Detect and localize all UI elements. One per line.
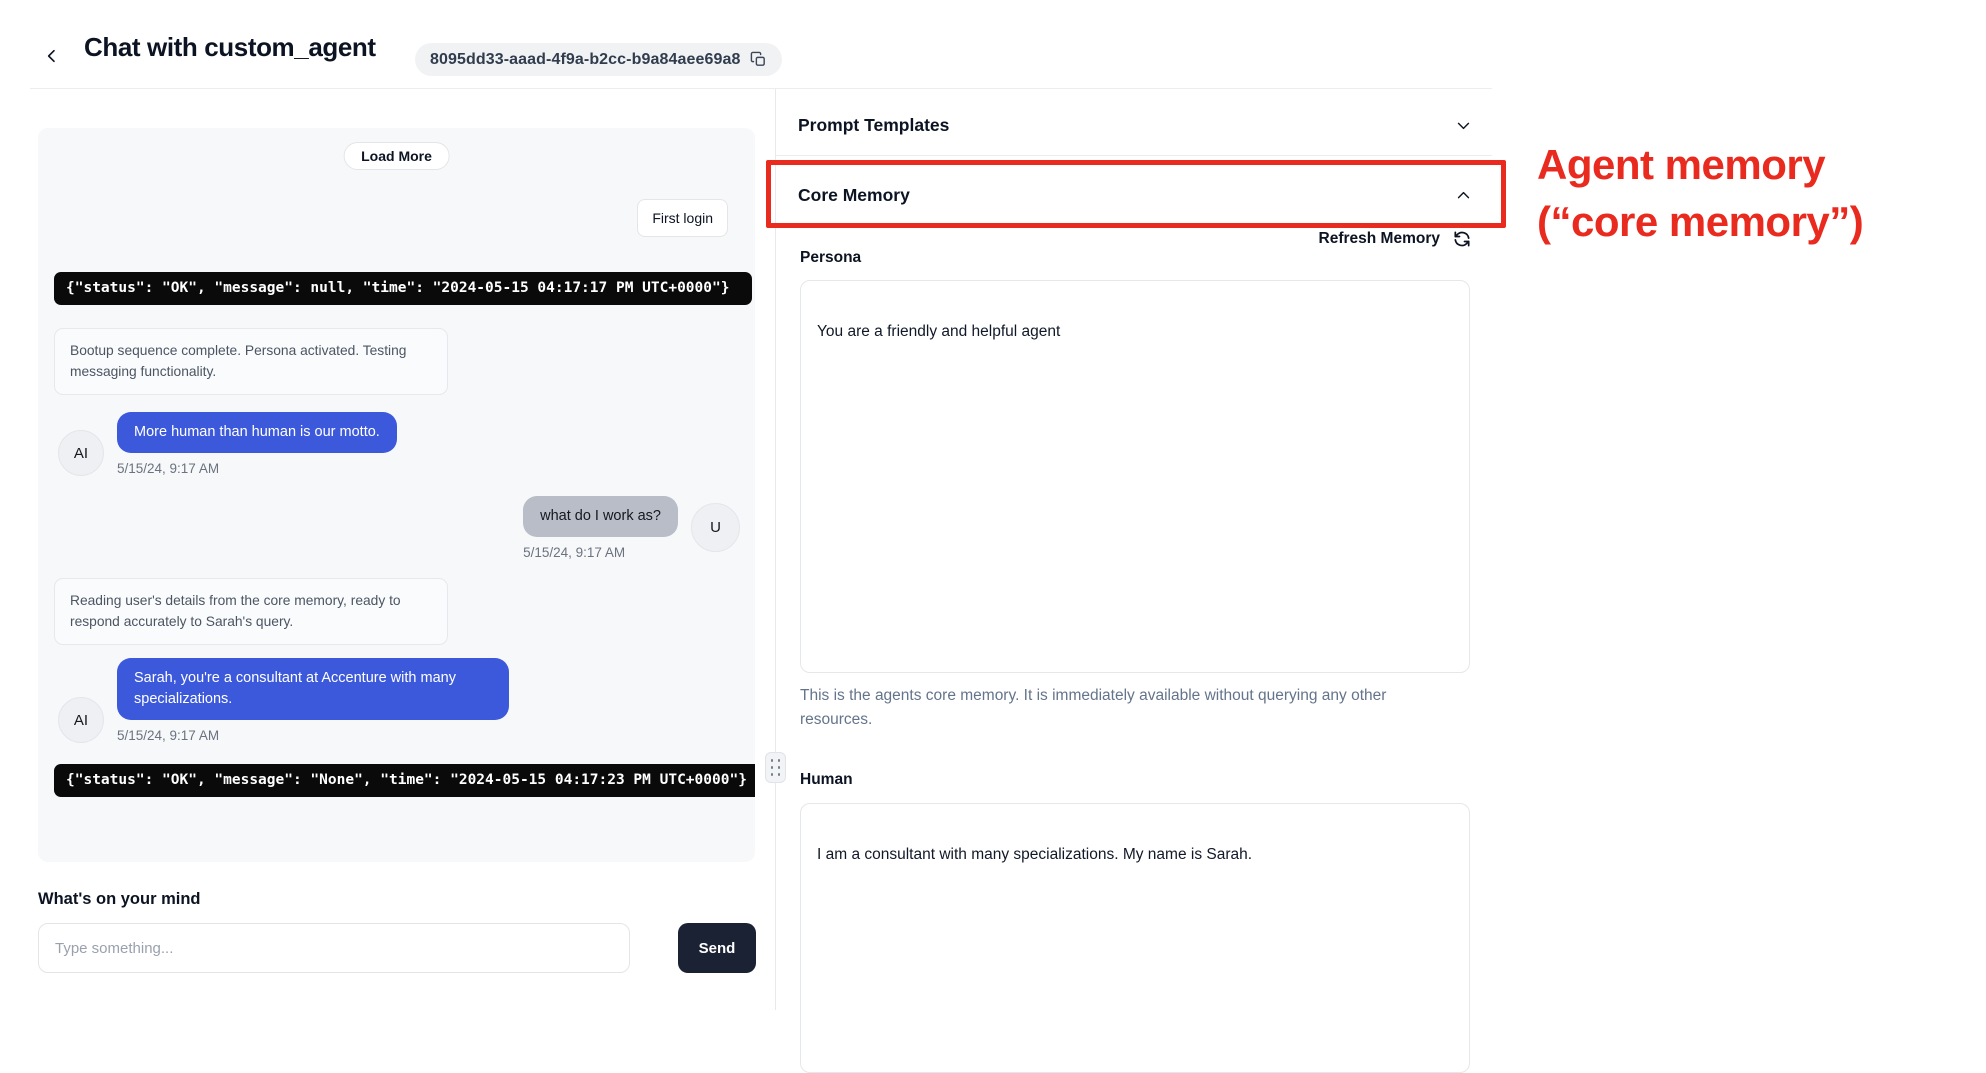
- human-label: Human: [800, 771, 853, 789]
- core-memory-header[interactable]: Core Memory: [798, 176, 1472, 214]
- persona-label: Persona: [800, 249, 861, 267]
- prompt-templates-header[interactable]: Prompt Templates: [798, 107, 1472, 143]
- ai-message-row: AI More human than human is our motto. 5…: [58, 412, 397, 476]
- chat-history-panel: Load More First login {"status": "OK", "…: [38, 128, 755, 862]
- chevron-up-icon: [1455, 187, 1472, 204]
- user-message-row: what do I work as? 5/15/24, 9:17 AM U: [523, 496, 740, 560]
- send-button[interactable]: Send: [678, 923, 756, 973]
- agent-id-badge: 8095dd33-aaad-4f9a-b2cc-b9a84aee69a8: [415, 43, 782, 76]
- resize-handle[interactable]: [765, 752, 786, 783]
- system-message-2: Reading user's details from the core mem…: [54, 578, 448, 645]
- ai-message-row: AI Sarah, you're a consultant at Accentu…: [58, 658, 509, 743]
- ai-avatar: AI: [58, 430, 104, 476]
- refresh-icon: [1452, 229, 1472, 249]
- persona-textarea[interactable]: You are a friendly and helpful agent: [800, 280, 1470, 673]
- refresh-memory-button[interactable]: Refresh Memory: [1319, 229, 1472, 249]
- core-memory-description: This is the agents core memory. It is im…: [800, 684, 1438, 732]
- core-memory-label: Core Memory: [798, 185, 910, 206]
- composer-label: What's on your mind: [38, 890, 201, 909]
- user-message-bubble: what do I work as?: [523, 496, 678, 537]
- page-title: Chat with custom_agent: [84, 32, 376, 63]
- annotation-line-1: Agent memory: [1537, 137, 1863, 194]
- header-divider: [30, 88, 1492, 89]
- message-timestamp: 5/15/24, 9:17 AM: [117, 461, 219, 476]
- copy-icon: [750, 51, 767, 68]
- copy-button[interactable]: [750, 51, 767, 68]
- section-divider: [776, 155, 1492, 156]
- human-textarea[interactable]: I am a consultant with many specializati…: [800, 803, 1470, 1073]
- message-timestamp: 5/15/24, 9:17 AM: [523, 545, 625, 560]
- load-more-button[interactable]: Load More: [343, 142, 450, 170]
- annotation-line-2: (“core memory”): [1537, 194, 1863, 251]
- chevron-down-icon: [1455, 117, 1472, 134]
- status-message-1: {"status": "OK", "message": null, "time"…: [54, 272, 752, 305]
- panel-divider: [775, 89, 776, 1010]
- ai-message-bubble: More human than human is our motto.: [117, 412, 397, 453]
- refresh-memory-label: Refresh Memory: [1319, 230, 1440, 248]
- back-button[interactable]: [38, 42, 66, 70]
- chevron-left-icon: [44, 48, 60, 64]
- ai-avatar: AI: [58, 697, 104, 743]
- prompt-templates-label: Prompt Templates: [798, 115, 949, 136]
- message-input[interactable]: [38, 923, 630, 973]
- annotation-text: Agent memory (“core memory”): [1537, 137, 1863, 250]
- first-login-badge: First login: [637, 199, 728, 237]
- user-avatar: U: [691, 503, 740, 552]
- message-timestamp: 5/15/24, 9:17 AM: [117, 728, 219, 743]
- status-message-2: {"status": "OK", "message": "None", "tim…: [54, 764, 755, 797]
- agent-id-text: 8095dd33-aaad-4f9a-b2cc-b9a84aee69a8: [430, 51, 740, 69]
- ai-message-bubble: Sarah, you're a consultant at Accenture …: [117, 658, 509, 720]
- system-message-1: Bootup sequence complete. Persona activa…: [54, 328, 448, 395]
